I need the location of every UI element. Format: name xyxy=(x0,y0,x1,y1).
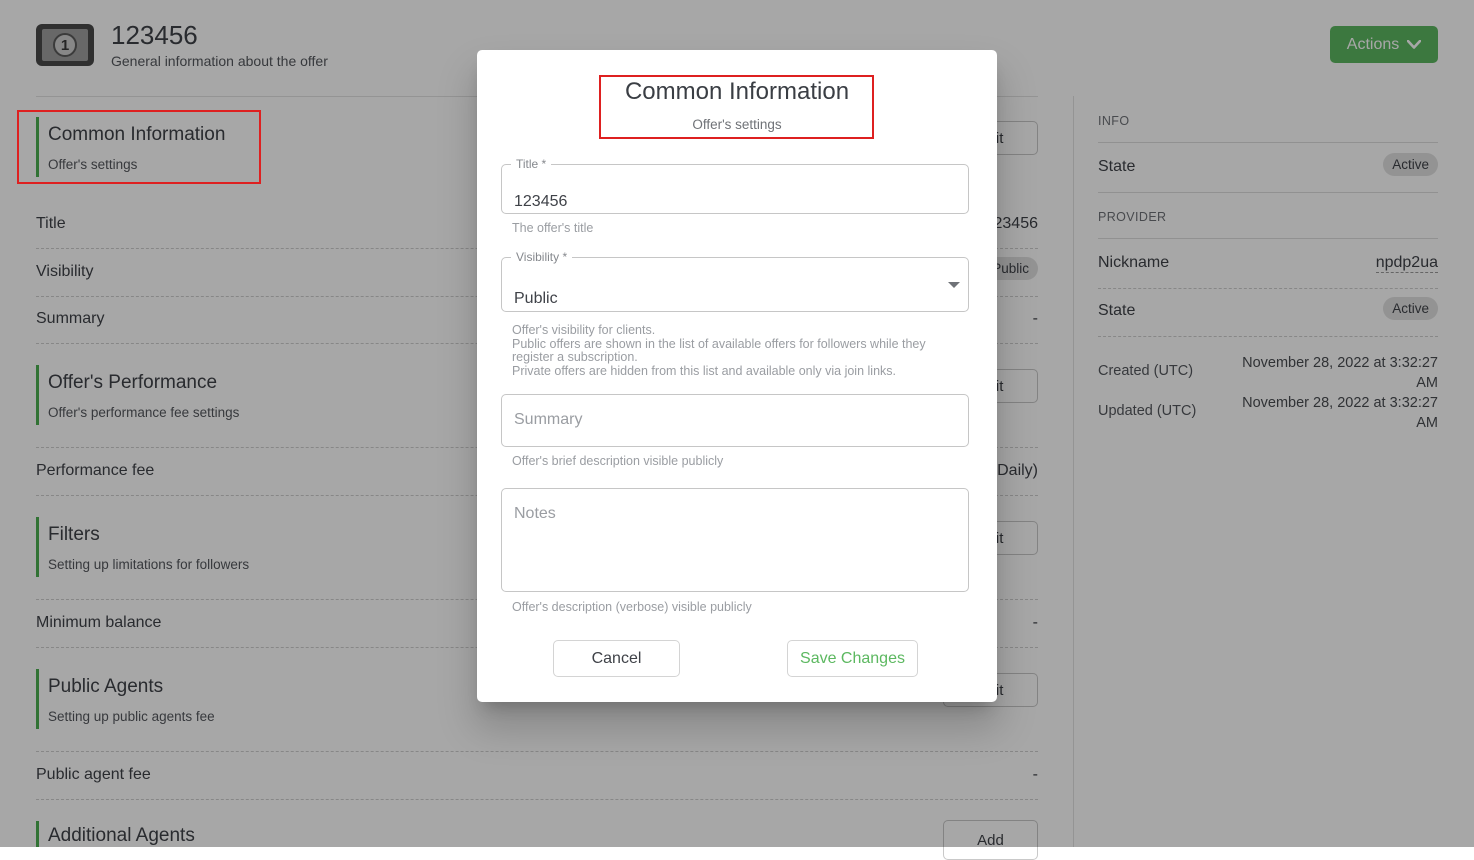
dialog-title: Common Information xyxy=(477,78,997,106)
visibility-helper: Offer's visibility for clients. Public o… xyxy=(512,324,926,378)
summary-field xyxy=(501,394,969,447)
common-information-dialog: Common Information Offer's settings Titl… xyxy=(477,50,997,702)
notes-field xyxy=(501,488,969,592)
dialog-subtitle: Offer's settings xyxy=(477,117,997,132)
title-field: Title * xyxy=(501,157,969,214)
visibility-select[interactable]: Public xyxy=(514,290,934,308)
select-arrow-icon[interactable] xyxy=(948,282,960,288)
cancel-button[interactable]: Cancel xyxy=(553,640,680,677)
save-changes-button[interactable]: Save Changes xyxy=(787,640,918,677)
visibility-field[interactable]: Visibility * Public xyxy=(501,250,969,312)
visibility-field-label: Visibility * xyxy=(511,250,572,264)
notes-helper: Offer's description (verbose) visible pu… xyxy=(512,601,752,615)
title-field-label: Title * xyxy=(511,157,551,171)
notes-textarea[interactable] xyxy=(514,505,944,559)
title-input[interactable] xyxy=(514,193,934,211)
summary-input[interactable] xyxy=(514,411,944,429)
title-helper: The offer's title xyxy=(512,222,593,236)
summary-helper: Offer's brief description visible public… xyxy=(512,455,723,469)
